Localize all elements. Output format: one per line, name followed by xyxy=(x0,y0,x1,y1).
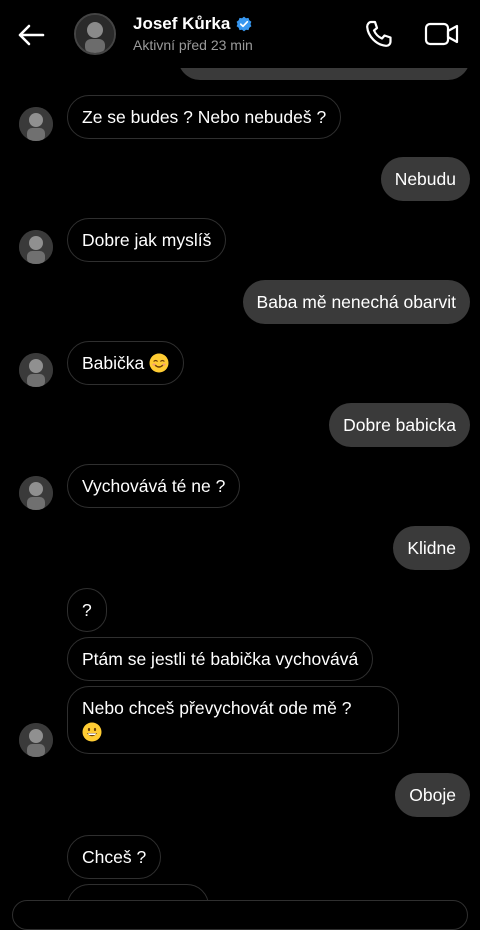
video-call-button[interactable] xyxy=(423,17,461,51)
message-bubble-incoming[interactable]: Nebo chceš převychovát ode mě ? xyxy=(67,686,399,754)
message-text: Nebo chceš převychovát ode mě ? xyxy=(82,698,352,718)
audio-call-button[interactable] xyxy=(362,17,396,51)
avatar-image xyxy=(19,230,53,264)
activity-status: Aktivní před 23 min xyxy=(133,37,253,53)
avatar-image xyxy=(19,723,53,757)
message-text: Baba mě nenechá obarvit xyxy=(256,292,456,312)
video-camera-icon xyxy=(424,22,459,46)
message-bubble-outgoing[interactable]: Oboje xyxy=(395,773,470,817)
message-text: Ze se budes ? Nebo nebudeš ? xyxy=(82,107,327,127)
message-text: ? xyxy=(82,600,92,620)
contact-name-row[interactable]: Josef Kůrka xyxy=(133,14,252,34)
contact-avatar[interactable] xyxy=(74,13,116,55)
message-text: Chceš ? xyxy=(82,847,147,867)
message-text: Klidne xyxy=(407,538,456,558)
message-bubble-incoming[interactable]: Ptám se jestli té babička vychovává xyxy=(67,637,374,681)
message-composer[interactable] xyxy=(12,900,468,930)
message-text: Nebudu xyxy=(394,169,456,189)
sender-avatar[interactable] xyxy=(19,723,53,757)
avatar-image xyxy=(19,353,53,387)
message-text: Dobre jak myslíš xyxy=(82,230,212,250)
avatar-image xyxy=(19,107,53,141)
message-bubble-outgoing[interactable]: Klidne xyxy=(393,526,470,570)
message-bubble-incoming[interactable]: Ze se budes ? Nebo nebudeš ? xyxy=(67,95,342,139)
message-text: Ptám se jestli té babička vychovává xyxy=(82,649,359,669)
verified-badge-icon xyxy=(236,16,252,32)
message-text: Vychovává té ne ? xyxy=(82,476,226,496)
chat-header: Josef Kůrka Aktivní před 23 min xyxy=(0,0,480,68)
message-bubble-incoming[interactable]: Babička xyxy=(67,341,185,385)
contact-name: Josef Kůrka xyxy=(133,14,231,33)
message-text: Dobre babicka xyxy=(343,415,456,435)
message-bubble-incoming[interactable]: Vychovává té ne ? xyxy=(67,464,241,508)
message-bubble-incoming[interactable]: Chceš ? xyxy=(67,835,162,879)
message-bubble-incoming[interactable]: Dobre jak myslíš xyxy=(67,218,227,262)
sender-avatar[interactable] xyxy=(19,107,53,141)
back-arrow-icon xyxy=(18,24,45,46)
sender-avatar[interactable] xyxy=(19,230,53,264)
message-bubble-outgoing[interactable]: Nebudu xyxy=(380,157,470,201)
message-bubble-incoming[interactable]: ? xyxy=(67,588,107,632)
message-bubble-outgoing[interactable]: Dobre babicka xyxy=(329,403,470,447)
message-text: Babička xyxy=(82,353,145,373)
avatar-image xyxy=(19,476,53,510)
avatar-image xyxy=(76,15,114,53)
sender-avatar[interactable] xyxy=(19,476,53,510)
message-text: Oboje xyxy=(409,785,456,805)
grinning-face-emoji xyxy=(82,722,102,742)
back-button[interactable] xyxy=(14,18,48,52)
message-bubble-outgoing[interactable]: Baba mě nenechá obarvit xyxy=(242,280,470,324)
sender-avatar[interactable] xyxy=(19,353,53,387)
smiling-face-emoji xyxy=(149,353,169,373)
phone-icon xyxy=(366,20,392,47)
